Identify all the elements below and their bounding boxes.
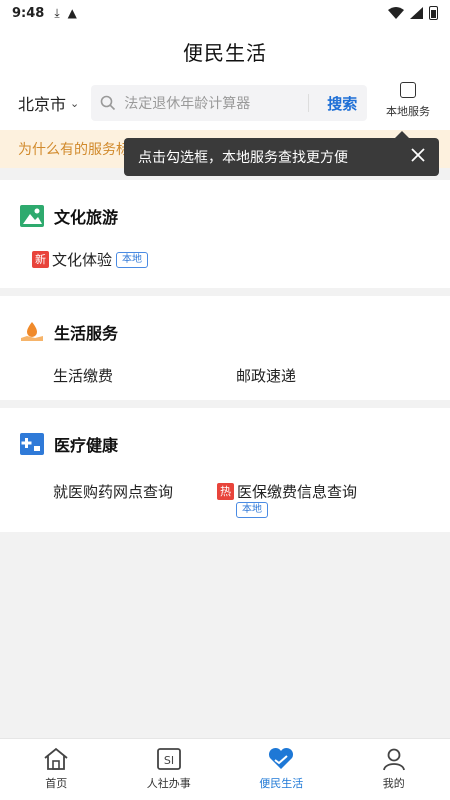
wifi-icon xyxy=(388,7,404,19)
local-tag: 本地 xyxy=(236,502,268,518)
section-title: 文化旅游 xyxy=(54,208,119,227)
service-item-utility-payment[interactable]: 生活缴费 xyxy=(53,365,113,386)
notification-icon: ▲ xyxy=(67,6,77,20)
search-row: 北京市 ⌄ 法定退休年龄计算器 搜索 本地服务 xyxy=(0,76,450,130)
medical-icon xyxy=(20,433,44,455)
section-title: 医疗健康 xyxy=(54,436,119,455)
signal-icon xyxy=(410,7,423,19)
page-title: 便民生活 xyxy=(183,40,267,65)
section-header: 医疗健康 xyxy=(20,432,118,456)
download-icon: ⤓ xyxy=(54,5,60,20)
section-header: 生活服务 xyxy=(20,320,118,344)
tab-social-security[interactable]: SI 人社办事 xyxy=(113,739,226,800)
tab-label: 我的 xyxy=(382,777,405,790)
section-medical-health: 医疗健康 就医购药网点查询 热 医保缴费信息查询 本地 xyxy=(0,408,450,532)
status-time: 9:48 xyxy=(12,5,45,21)
city-label: 北京市 xyxy=(18,95,67,114)
service-item-medical-insurance-payment[interactable]: 热 医保缴费信息查询 xyxy=(217,481,357,502)
notice-text: 为什么有的服务标 xyxy=(18,142,130,158)
service-item-culture-experience[interactable]: 新 文化体验 本地 xyxy=(32,249,149,270)
tooltip-text: 点击勾选框，本地服务查找更方便 xyxy=(138,150,348,166)
section-header: 文化旅游 xyxy=(20,204,118,228)
tab-mine[interactable]: 我的 xyxy=(338,739,450,800)
heart-hand-icon xyxy=(269,747,294,769)
service-label: 医保缴费信息查询 xyxy=(237,483,358,501)
person-icon xyxy=(382,748,405,771)
search-divider xyxy=(308,94,310,112)
tab-label: 便民生活 xyxy=(259,777,304,790)
app-header: 便民生活 xyxy=(0,26,450,76)
chevron-down-icon: ⌄ xyxy=(70,96,80,110)
section-culture-travel: 文化旅游 新 文化体验 本地 xyxy=(0,180,450,288)
service-label: 邮政速递 xyxy=(236,367,297,385)
landscape-icon xyxy=(20,205,44,227)
bottom-tab-bar: 首页 SI 人社办事 便民生活 我的 xyxy=(0,738,450,800)
tab-label: 人社办事 xyxy=(146,777,191,790)
close-icon[interactable] xyxy=(411,148,425,162)
local-service-tooltip: 点击勾选框，本地服务查找更方便 xyxy=(124,131,439,176)
service-item-pharmacy-lookup[interactable]: 就医购药网点查询 xyxy=(53,481,173,502)
search-button[interactable]: 搜索 xyxy=(327,85,357,121)
battery-icon xyxy=(429,6,438,20)
search-box[interactable]: 法定退休年龄计算器 搜索 xyxy=(91,85,368,121)
local-tag: 本地 xyxy=(116,251,149,268)
section-life-services: 生活服务 生活缴费 邮政速递 xyxy=(0,296,450,400)
local-service-checkbox[interactable] xyxy=(400,82,416,98)
local-service-label: 本地服务 xyxy=(386,105,430,118)
search-icon xyxy=(100,95,116,111)
si-icon: SI xyxy=(156,748,181,770)
service-label: 就医购药网点查询 xyxy=(53,483,174,501)
hand-drop-icon xyxy=(21,322,43,341)
search-input[interactable]: 法定退休年龄计算器 xyxy=(124,93,250,113)
service-label: 文化体验 xyxy=(52,251,113,269)
new-badge: 新 xyxy=(32,251,49,268)
tab-label: 首页 xyxy=(45,777,68,790)
tab-convenience-life[interactable]: 便民生活 xyxy=(225,739,338,800)
city-selector[interactable]: 北京市 ⌄ xyxy=(18,91,79,115)
service-label: 生活缴费 xyxy=(53,367,114,385)
hot-badge: 热 xyxy=(217,483,234,500)
svg-text:SI: SI xyxy=(164,754,174,767)
tab-home[interactable]: 首页 xyxy=(0,739,113,800)
section-title: 生活服务 xyxy=(54,324,119,343)
home-icon xyxy=(44,747,68,770)
status-bar: 9:48 ⤓ ▲ xyxy=(0,0,450,26)
local-service-toggle[interactable]: 本地服务 xyxy=(378,82,438,119)
service-item-postal-express[interactable]: 邮政速递 xyxy=(236,365,296,386)
